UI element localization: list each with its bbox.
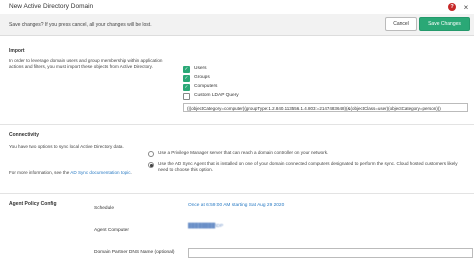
help-icon[interactable]: ? (448, 3, 456, 11)
import-description: In order to leverage domain users and gr… (9, 58, 163, 70)
connectivity-section-title: Connectivity (9, 132, 40, 138)
computers-checkbox-label: Computers (194, 84, 218, 89)
groups-checkbox[interactable] (183, 75, 190, 82)
agent-policy-section-title: Agent Policy Config (9, 201, 57, 207)
dns-name-label: Domain Partner DNS Name (optional) (94, 250, 175, 255)
ad-sync-agent-radio[interactable] (148, 162, 154, 168)
computers-checkbox[interactable] (183, 84, 190, 91)
section-divider (0, 124, 474, 125)
save-changes-button[interactable]: Save Changes (419, 17, 470, 31)
ldap-query-input[interactable]: (|(objectCategory=computer)(groupType:1.… (183, 103, 468, 112)
privilege-manager-server-radio[interactable] (148, 151, 154, 157)
groups-checkbox-label: Groups (194, 75, 210, 80)
agent-computer-link[interactable]: ████████\DP (188, 224, 223, 229)
more-info-suffix: . (130, 170, 132, 175)
unsaved-changes-message: Save changes? If you press cancel, all y… (9, 22, 152, 28)
schedule-link[interactable]: Once at 6:59:00 AM starting Sat Aug 29 2… (188, 203, 284, 208)
section-divider (0, 193, 474, 194)
ad-sync-agent-label: Use the AD Sync Agent that is installed … (158, 161, 458, 173)
dialog-title: New Active Directory Domain (9, 3, 94, 10)
close-icon[interactable]: × (462, 3, 470, 12)
users-checkbox-label: Users (194, 66, 207, 71)
connectivity-description: You have two options to sync local Activ… (9, 144, 124, 149)
title-bar: New Active Directory Domain ? × (0, 0, 474, 14)
import-section-title: Import (9, 48, 25, 54)
cancel-button[interactable]: Cancel (385, 17, 417, 31)
users-checkbox[interactable] (183, 66, 190, 73)
ad-sync-documentation-link[interactable]: AD Sync documentation topic (70, 170, 130, 175)
connectivity-more-info: For more information, see the AD Sync do… (9, 170, 144, 176)
dns-name-input[interactable] (188, 248, 473, 258)
custom-ldap-query-checkbox[interactable] (183, 93, 190, 100)
agent-computer-label: Agent Computer (94, 228, 129, 233)
privilege-manager-server-label: Use a Privilege Manager server that can … (158, 150, 329, 155)
schedule-label: Schedule (94, 206, 115, 211)
more-info-prefix: For more information, see the (9, 170, 71, 175)
custom-ldap-query-label: Custom LDAP Query (194, 93, 239, 98)
